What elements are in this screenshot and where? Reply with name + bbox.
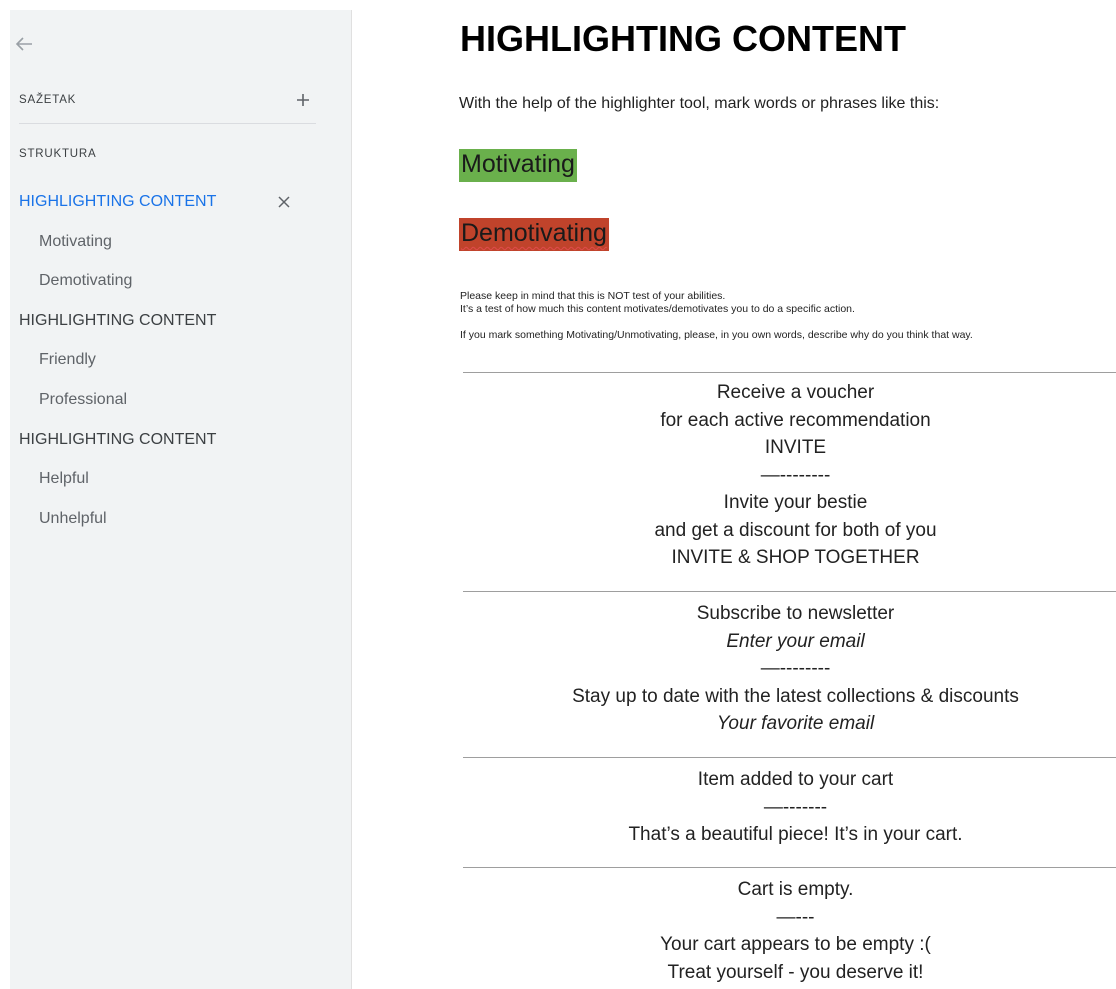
document-title: HIGHLIGHTING CONTENT — [460, 18, 906, 59]
summary-label: SAŽETAK — [19, 94, 77, 106]
back-button[interactable] — [12, 32, 36, 56]
arrow-left-icon — [15, 37, 32, 51]
block-line: Subscribe to newsletter — [696, 603, 895, 624]
block-line: INVITE & SHOP TOGETHER — [671, 547, 920, 568]
note-line: Please keep in mind that this is NOT tes… — [460, 290, 726, 302]
block-line: Invite your bestie — [723, 492, 868, 513]
outline-item-subheading[interactable]: Professional — [10, 380, 310, 420]
outline-item-label: Demotivating — [39, 272, 133, 290]
section-divider — [463, 867, 1116, 868]
block-line: INVITE — [764, 437, 827, 458]
outline-item-subheading[interactable]: Demotivating — [10, 261, 310, 301]
block-line: Enter your email — [726, 630, 865, 652]
structure-label: STRUKTURA — [19, 148, 97, 160]
section-divider — [463, 757, 1116, 758]
intro-text: With the help of the highlighter tool, m… — [459, 95, 940, 112]
outline-item-subheading[interactable]: Unhelpful — [10, 499, 310, 539]
block-line: Your cart appears to be empty :( — [660, 934, 931, 955]
note-line: It’s a test of how much this content mot… — [460, 303, 855, 315]
outline-item-label: Friendly — [39, 351, 96, 369]
block-line: Cart is empty. — [737, 879, 854, 900]
instructions-notes: Please keep in mind that this is NOT tes… — [460, 290, 973, 342]
close-icon — [278, 196, 290, 208]
block-line: for each active recommendation — [660, 409, 931, 431]
outline-item-subheading[interactable]: Motivating — [10, 222, 310, 262]
outline-item-label: HIGHLIGHTING CONTENT — [19, 311, 217, 329]
document-page[interactable]: HIGHLIGHTING CONTENT With the help of th… — [352, 0, 1116, 989]
close-outline-button[interactable] — [272, 190, 296, 214]
content-block-referral: Receive a voucher for each active recomm… — [463, 379, 1116, 572]
block-line: and get a discount for both of you — [654, 519, 937, 541]
outline-item-label: Professional — [39, 390, 128, 408]
outline-item-label: HIGHLIGHTING CONTENT — [19, 430, 217, 448]
summary-row: SAŽETAK — [19, 88, 315, 112]
note-line: If you mark something Motivating/Unmotiv… — [460, 329, 973, 341]
outline-item-subheading[interactable]: Helpful — [10, 459, 310, 499]
content-block-newsletter: Subscribe to newsletter Enter your email… — [463, 600, 1116, 738]
block-line: —-------- — [760, 658, 831, 679]
add-summary-button[interactable] — [291, 88, 315, 112]
outline-item-heading[interactable]: HIGHLIGHTING CONTENT — [10, 420, 310, 460]
block-line: Receive a voucher — [716, 382, 875, 403]
outline-item-heading[interactable]: HIGHLIGHTING CONTENT — [10, 301, 310, 341]
block-line: —------- — [763, 796, 828, 818]
block-line: That’s a beautiful piece! It’s in your c… — [628, 824, 963, 845]
outline-list: HIGHLIGHTING CONTENT Motivating Demotiva… — [10, 182, 310, 538]
section-divider — [463, 372, 1116, 373]
block-line: Stay up to date with the latest collecti… — [572, 685, 1019, 707]
content-block-cart-added: Item added to your cart —------- That’s … — [463, 766, 1116, 849]
outline-item-label: Helpful — [39, 470, 89, 488]
outline-item-label: Motivating — [39, 232, 112, 250]
content-block-cart-empty: Cart is empty. —--- Your cart appears to… — [463, 876, 1116, 986]
section-divider — [463, 591, 1116, 592]
block-line: —--- — [776, 906, 815, 928]
block-line: —-------- — [760, 464, 831, 486]
block-line: Treat yourself - you deserve it! — [667, 961, 924, 983]
outline-item-heading[interactable]: HIGHLIGHTING CONTENT — [10, 182, 310, 222]
block-line: Your favorite email — [716, 713, 875, 734]
docs-app: SAŽETAK STRUKTURA HIGHLIGHTING CONTENT M… — [0, 0, 1116, 989]
outline-item-subheading[interactable]: Friendly — [10, 340, 310, 380]
outline-item-label: Unhelpful — [39, 509, 107, 527]
outline-item-label: HIGHLIGHTING CONTENT — [19, 193, 217, 210]
outline-sidebar: SAŽETAK STRUKTURA HIGHLIGHTING CONTENT M… — [10, 10, 352, 989]
highlight-motivating: Motivating — [459, 149, 577, 182]
plus-icon — [297, 94, 309, 106]
sidebar-divider — [19, 123, 316, 124]
block-line: Item added to your cart — [697, 769, 894, 790]
highlight-demotivating: Demotivating — [459, 218, 609, 251]
